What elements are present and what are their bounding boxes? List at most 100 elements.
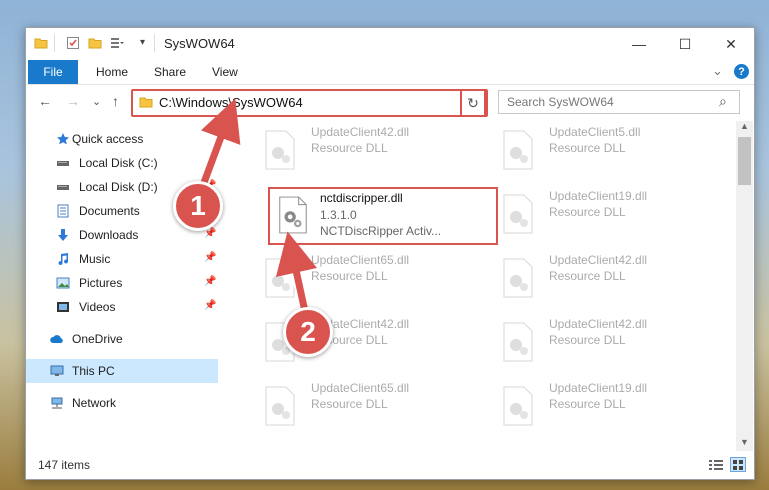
properties-icon[interactable] bbox=[66, 36, 80, 50]
tab-share[interactable]: Share bbox=[154, 60, 186, 84]
file-name: UpdateClient42.dll bbox=[311, 125, 410, 139]
file-type: Resource DLL bbox=[311, 141, 388, 155]
file-type: Resource DLL bbox=[549, 397, 626, 411]
list-item[interactable]: UpdateClient5.dll Resource DLL bbox=[494, 121, 724, 177]
scrollbar-thumb[interactable] bbox=[738, 137, 751, 185]
tab-file[interactable]: File bbox=[28, 60, 78, 84]
toolbar-dropdown-icon[interactable]: ▾ bbox=[140, 37, 145, 48]
sidebar-item-label: This PC bbox=[72, 364, 115, 378]
title-bar[interactable]: ▾ SysWOW64 — ☐ ✕ bbox=[26, 28, 754, 60]
star-icon bbox=[57, 133, 69, 145]
details-view-icon[interactable] bbox=[708, 458, 724, 472]
sidebar-item-this-pc[interactable]: This PC bbox=[26, 359, 218, 383]
recent-locations-icon[interactable]: ⌄ bbox=[92, 95, 101, 108]
divider bbox=[54, 34, 55, 52]
file-type: Resource DLL bbox=[549, 269, 626, 283]
tiles-view-icon[interactable] bbox=[730, 457, 746, 472]
callout-badge-2: 2 bbox=[283, 307, 333, 357]
forward-icon[interactable]: → bbox=[66, 93, 80, 109]
file-list[interactable]: UpdateClient42.dll Resource DLL UpdateCl… bbox=[238, 121, 734, 451]
dll-file-icon bbox=[279, 196, 307, 234]
minimize-icon: — bbox=[632, 36, 646, 52]
file-name: UpdateClient19.dll bbox=[549, 189, 648, 203]
sidebar-item-label: Local Disk (C:) bbox=[79, 156, 158, 170]
sidebar-item-label: Pictures bbox=[79, 276, 123, 290]
customize-toolbar-icon[interactable] bbox=[110, 36, 124, 50]
highlighted-file-item[interactable]: nctdiscripper.dll 1.3.1.0 NCTDiscRipper … bbox=[268, 187, 498, 245]
tab-home[interactable]: Home bbox=[96, 60, 128, 84]
file-type: Resource DLL bbox=[549, 205, 626, 219]
minimize-button[interactable]: — bbox=[616, 28, 662, 60]
sidebar-item-onedrive[interactable]: OneDrive bbox=[26, 327, 218, 351]
refresh-icon: ↻ bbox=[467, 94, 479, 111]
status-bar: 147 items bbox=[26, 452, 754, 478]
close-icon: ✕ bbox=[725, 35, 737, 52]
drive-icon bbox=[57, 161, 69, 166]
search-input[interactable] bbox=[499, 91, 717, 113]
sidebar-item-music[interactable]: Music 📌 bbox=[26, 247, 218, 271]
sidebar-item-local-disk-c[interactable]: Local Disk (C:) bbox=[26, 151, 218, 175]
sidebar-item-label: Quick access bbox=[72, 132, 144, 146]
pin-icon[interactable]: 📌 bbox=[204, 276, 216, 287]
folder-icon bbox=[34, 38, 48, 49]
list-item[interactable]: UpdateClient65.dll Resource DLL bbox=[256, 377, 486, 433]
sidebar-item-network[interactable]: Network bbox=[26, 391, 218, 415]
sidebar-item-label: Documents bbox=[79, 204, 140, 218]
list-item[interactable]: UpdateClient19.dll Resource DLL bbox=[494, 377, 724, 433]
list-item[interactable]: UpdateClient65.dll Resource DLL bbox=[256, 249, 486, 305]
dll-file-icon bbox=[503, 322, 533, 362]
drive-icon bbox=[57, 185, 69, 190]
help-icon[interactable]: ? bbox=[734, 64, 749, 79]
pictures-icon bbox=[56, 277, 70, 289]
list-item[interactable]: UpdateClient42.dll Resource DLL bbox=[256, 121, 486, 177]
window-title: SysWOW64 bbox=[164, 36, 235, 51]
navigation-bar: ← → ⌄ ↑ C:\Windows\SysWOW64 ⌄ ↻ ⌕ bbox=[26, 85, 754, 121]
sidebar-item-pictures[interactable]: Pictures 📌 bbox=[26, 271, 218, 295]
ribbon-collapse-icon[interactable]: ⌄ bbox=[712, 63, 723, 79]
pin-icon[interactable]: 📌 bbox=[204, 300, 216, 311]
list-item[interactable]: UpdateClient19.dll Resource DLL bbox=[494, 185, 724, 241]
vertical-scrollbar[interactable]: ▲ ▼ bbox=[736, 121, 753, 451]
file-name: UpdateClient65.dll bbox=[311, 253, 410, 267]
refresh-button[interactable]: ↻ bbox=[460, 89, 486, 117]
dll-file-icon bbox=[503, 386, 533, 426]
documents-icon bbox=[57, 204, 69, 218]
sidebar-item-label: OneDrive bbox=[72, 332, 123, 346]
search-icon[interactable]: ⌕ bbox=[719, 93, 727, 110]
sidebar-item-label: Downloads bbox=[79, 228, 139, 242]
navigation-pane: Quick access Local Disk (C:) Local Disk … bbox=[26, 121, 226, 451]
network-icon bbox=[51, 397, 63, 409]
videos-icon bbox=[57, 302, 69, 312]
divider bbox=[154, 34, 155, 52]
item-count: 147 items bbox=[38, 458, 91, 472]
file-name: UpdateClient65.dll bbox=[311, 381, 410, 395]
maximize-icon: ☐ bbox=[678, 35, 692, 52]
sidebar-item-videos[interactable]: Videos 📌 bbox=[26, 295, 218, 319]
scroll-down-icon[interactable]: ▼ bbox=[740, 437, 749, 447]
file-name: UpdateClient5.dll bbox=[549, 125, 641, 139]
scroll-up-icon[interactable]: ▲ bbox=[740, 121, 749, 131]
up-icon[interactable]: ↑ bbox=[112, 93, 119, 109]
file-type: Resource DLL bbox=[311, 397, 388, 411]
pin-icon[interactable]: 📌 bbox=[204, 252, 216, 263]
close-button[interactable]: ✕ bbox=[708, 28, 754, 60]
sidebar-item-label: Local Disk (D:) bbox=[79, 180, 158, 194]
search-box[interactable]: ⌕ bbox=[498, 90, 740, 114]
music-icon bbox=[58, 253, 69, 266]
file-type: Resource DLL bbox=[311, 269, 388, 283]
explorer-window: ▾ SysWOW64 — ☐ ✕ File Home Share View ⌄ … bbox=[25, 27, 755, 480]
new-folder-icon[interactable] bbox=[88, 36, 102, 50]
tab-view[interactable]: View bbox=[212, 60, 238, 84]
callout-badge-1: 1 bbox=[173, 181, 223, 231]
address-bar[interactable]: C:\Windows\SysWOW64 ⌄ bbox=[131, 89, 488, 117]
back-icon[interactable]: ← bbox=[38, 93, 52, 109]
file-name: UpdateClient42.dll bbox=[549, 253, 648, 267]
sidebar-item-quick-access[interactable]: Quick access bbox=[26, 127, 218, 151]
dll-file-icon bbox=[265, 386, 295, 426]
dll-file-icon bbox=[503, 194, 533, 234]
list-item[interactable]: UpdateClient42.dll Resource DLL bbox=[494, 249, 724, 305]
list-item[interactable]: UpdateClient42.dll Resource DLL bbox=[494, 313, 724, 369]
maximize-button[interactable]: ☐ bbox=[662, 28, 708, 60]
address-path[interactable]: C:\Windows\SysWOW64 bbox=[159, 95, 303, 110]
file-name: nctdiscripper.dll bbox=[320, 191, 403, 205]
